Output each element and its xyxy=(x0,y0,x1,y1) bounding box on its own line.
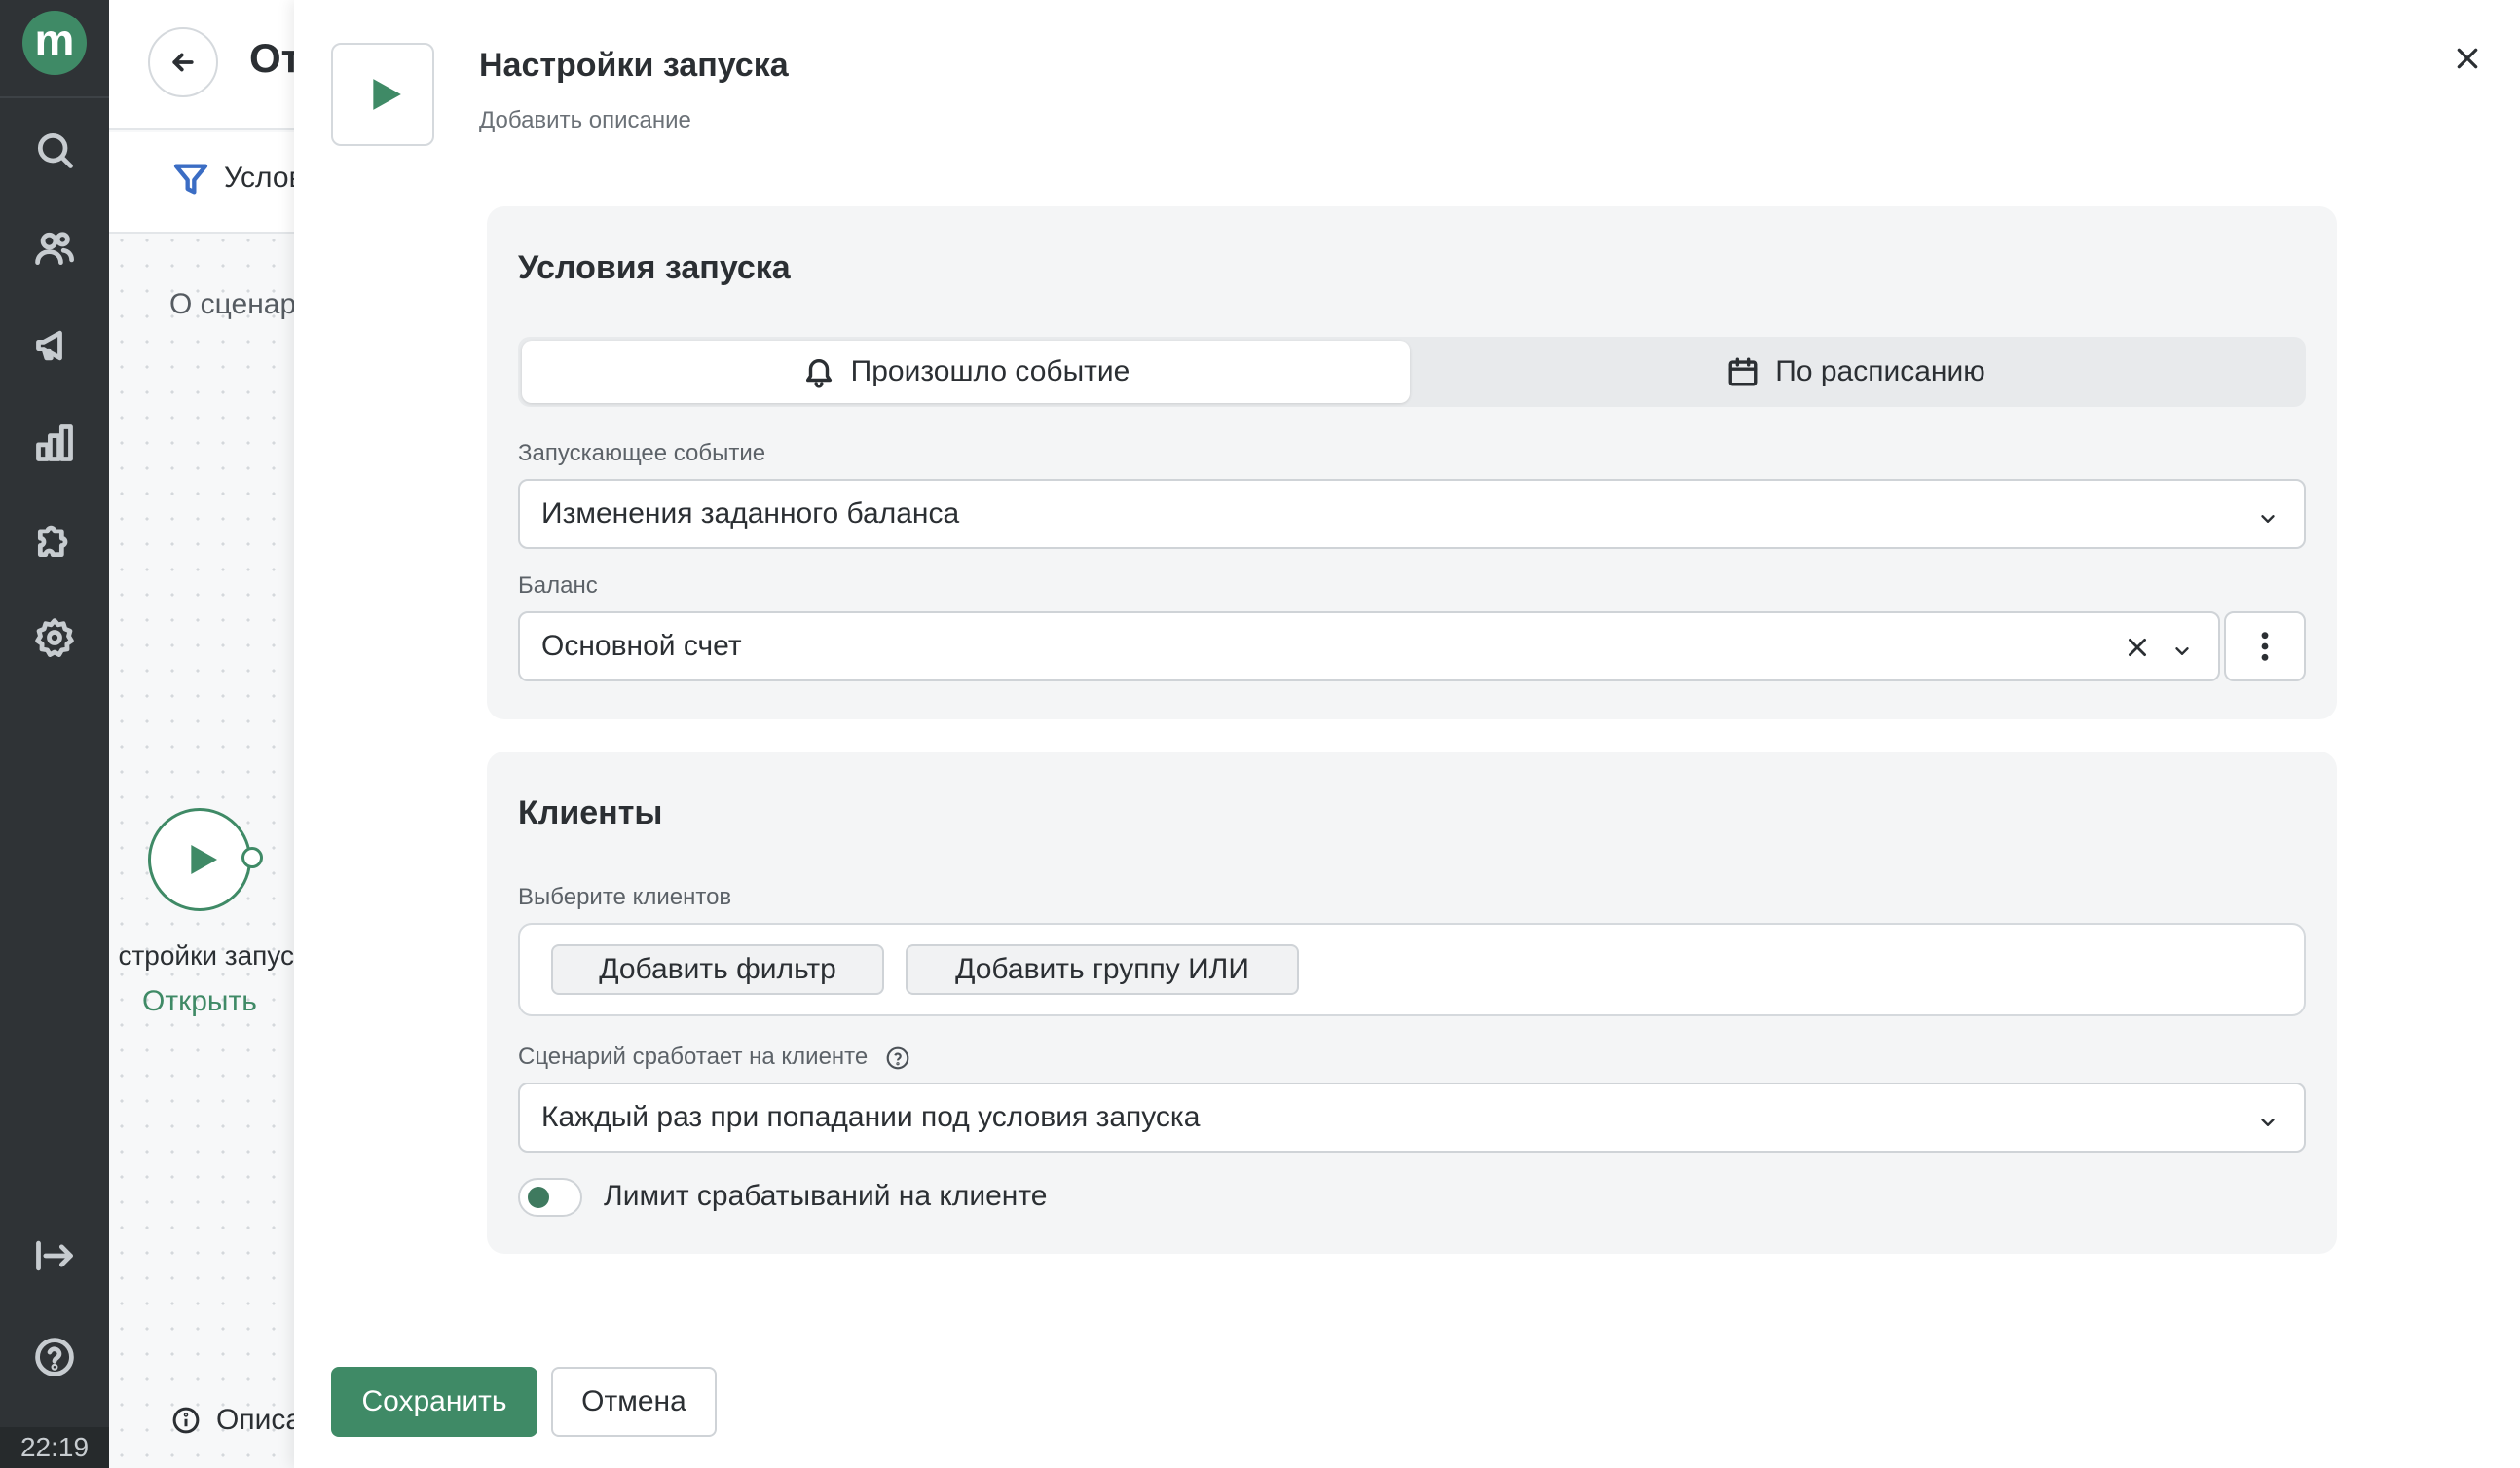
node-open-link[interactable]: Открыть xyxy=(142,985,257,1018)
collapse-icon[interactable] xyxy=(29,1230,80,1281)
toggle-knob xyxy=(528,1187,549,1208)
cancel-button[interactable]: Отмена xyxy=(551,1367,717,1437)
node-label: стройки запус xyxy=(118,940,294,971)
add-description-link[interactable]: Добавить описание xyxy=(479,107,691,134)
question-circle-icon[interactable] xyxy=(885,1046,910,1071)
filter-icon xyxy=(171,160,210,199)
tab-event-occurred[interactable]: Произошло событие xyxy=(522,341,1410,403)
help-icon[interactable] xyxy=(29,1332,80,1382)
limit-toggle-label: Лимит срабатываний на клиенте xyxy=(604,1180,1048,1212)
background-page: От Услов О сценар стройки запус Открыть … xyxy=(109,0,294,1468)
chevron-down-icon xyxy=(2257,1108,2279,1129)
trigger-event-select[interactable]: Изменения заданного баланса xyxy=(518,479,2306,549)
calendar-icon xyxy=(1728,357,1758,386)
launch-conditions-title: Условия запуска xyxy=(518,249,791,286)
launch-settings-modal: Настройки запуска Добавить описание Усло… xyxy=(294,0,2520,1468)
balance-more-button[interactable] xyxy=(2224,611,2306,681)
back-button[interactable] xyxy=(148,27,218,97)
launch-conditions-card: Условия запуска Произошло событие По рас… xyxy=(487,206,2337,719)
chevron-down-icon xyxy=(2171,637,2193,658)
about-scenario-label: О сценар xyxy=(169,288,294,320)
close-icon[interactable] xyxy=(2448,39,2487,78)
trigger-event-value: Изменения заданного баланса xyxy=(541,497,960,530)
bar-chart-icon[interactable] xyxy=(29,418,80,468)
more-vertical-icon xyxy=(2261,632,2269,661)
info-icon xyxy=(172,1407,200,1434)
tab-event-label: Произошло событие xyxy=(850,355,1130,387)
balance-select[interactable]: Основной счет xyxy=(518,611,2220,681)
add-or-group-button[interactable]: Добавить группу ИЛИ xyxy=(906,944,1299,995)
app-logo[interactable]: m xyxy=(22,11,87,75)
sidebar-divider xyxy=(0,96,109,98)
description-link[interactable]: Описа xyxy=(171,1404,294,1437)
modal-title: Настройки запуска xyxy=(479,47,789,84)
save-button[interactable]: Сохранить xyxy=(331,1367,537,1437)
client-filter-box: Добавить фильтр Добавить группу ИЛИ xyxy=(518,923,2306,1016)
puzzle-icon[interactable] xyxy=(29,515,80,566)
page-tabbar: Услов xyxy=(109,132,294,234)
play-icon xyxy=(331,43,434,146)
bell-icon xyxy=(805,359,832,388)
trigger-mode-value: Каждый раз при попадании под условия зап… xyxy=(541,1101,1201,1133)
chevron-down-icon xyxy=(2257,504,2279,526)
trigger-mode-label: Сценарий сработает на клиенте xyxy=(518,1044,910,1071)
tab-schedule[interactable]: По расписанию xyxy=(1410,341,2302,403)
clear-icon[interactable] xyxy=(2125,635,2150,660)
tab-schedule-label: По расписанию xyxy=(1775,355,1985,387)
node-connector[interactable] xyxy=(241,847,263,868)
tab-conditions[interactable]: Услов xyxy=(224,162,294,195)
limit-toggle[interactable] xyxy=(518,1178,582,1217)
balance-value: Основной счет xyxy=(541,630,742,662)
description-label: Описа xyxy=(216,1404,294,1436)
add-filter-button[interactable]: Добавить фильтр xyxy=(551,944,884,995)
clients-title: Клиенты xyxy=(518,794,663,831)
trigger-mode-label-text: Сценарий сработает на клиенте xyxy=(518,1044,869,1070)
users-icon[interactable] xyxy=(29,223,80,274)
trigger-event-label: Запускающее событие xyxy=(518,440,766,466)
trigger-type-switch: Произошло событие По расписанию xyxy=(518,337,2306,407)
page-header: От xyxy=(109,0,294,130)
megaphone-icon[interactable] xyxy=(29,320,80,371)
search-icon[interactable] xyxy=(29,125,80,175)
page-title: От xyxy=(249,35,294,81)
app-sidebar: m 22:19 xyxy=(0,0,109,1468)
gear-icon[interactable] xyxy=(29,612,80,663)
start-node[interactable] xyxy=(148,808,251,911)
balance-label: Баланс xyxy=(518,572,598,599)
select-clients-label: Выберите клиентов xyxy=(518,884,732,910)
clock: 22:19 xyxy=(0,1427,109,1468)
clients-card: Клиенты Выберите клиентов Добавить фильт… xyxy=(487,752,2337,1254)
trigger-mode-select[interactable]: Каждый раз при попадании под условия зап… xyxy=(518,1083,2306,1153)
